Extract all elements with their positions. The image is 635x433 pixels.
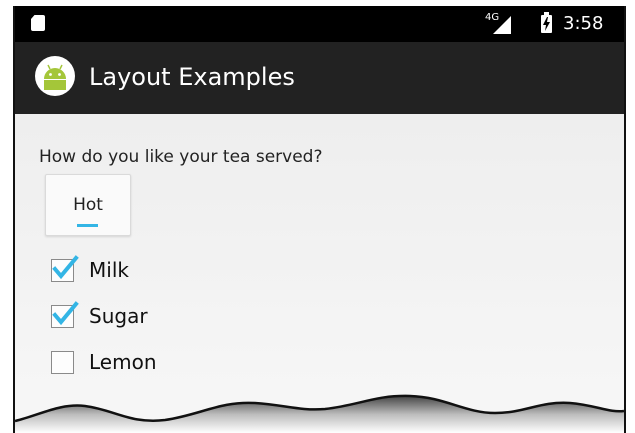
status-clock: 3:58 [563,13,604,34]
status-bar: 4G 3:58 [15,6,624,42]
lemon-checkbox[interactable] [51,351,74,374]
checkmark-icon [52,255,79,280]
sugar-checkbox[interactable] [51,301,79,328]
lemon-label: Lemon [89,350,157,374]
app-title: Layout Examples [89,63,295,91]
android-icon[interactable] [35,56,75,96]
sugar-label: Sugar [89,304,148,328]
spinner-indicator [77,224,98,227]
milk-label: Milk [89,258,129,282]
main-content: How do you like your tea served? Hot Mil… [15,114,624,433]
sugar-checkbox-row[interactable]: Sugar [51,301,251,332]
serving-spinner[interactable]: Hot [45,174,131,236]
signal-icon [493,16,511,34]
action-bar: Layout Examples [15,42,624,114]
device-screen: 4G 3:58 Layout Examples How do you like … [13,6,626,433]
battery-charging-icon [541,12,552,33]
milk-checkbox-row[interactable]: Milk [51,255,251,286]
sd-card-icon [31,15,45,31]
lemon-checkbox-row[interactable]: Lemon [51,348,251,378]
checkmark-icon [52,301,79,326]
torn-edge-decoration [15,394,624,433]
milk-checkbox[interactable] [51,255,79,282]
question-label: How do you like your tea served? [39,147,323,167]
spinner-selected-value: Hot [73,195,103,215]
